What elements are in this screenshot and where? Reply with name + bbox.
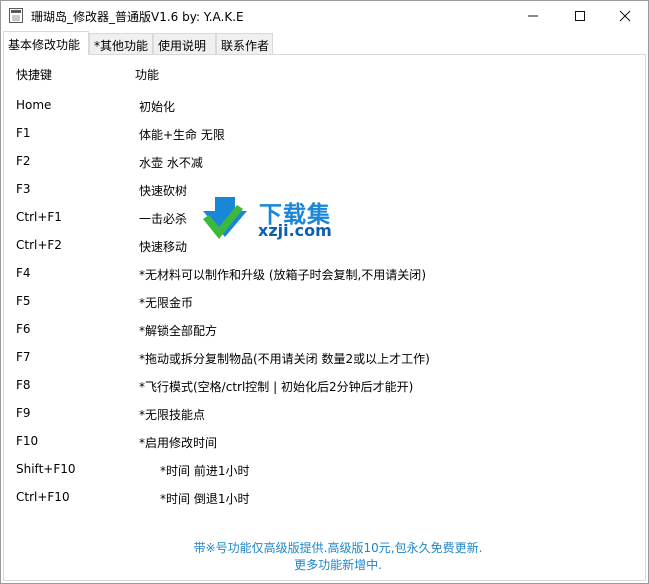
- watermark-logo: 下载集 xzji.com: [201, 195, 346, 241]
- table-row: F8 *飞行模式(空格/ctrl控制 | 初始化后2分钟后才能开): [4, 378, 644, 394]
- tab-content-panel: 快捷键 功能 Home 初始化 F1 体能+生命 无限 F2 水壶 水不减 F3…: [3, 55, 646, 581]
- maximize-button[interactable]: [557, 1, 603, 31]
- function-label: 一击必杀: [139, 212, 188, 226]
- function-label: *解锁全部配方: [139, 324, 218, 338]
- function-label: *拖动或拆分复制物品(不用请关闭 数量2或以上才工作): [139, 352, 430, 366]
- table-row: F7 *拖动或拆分复制物品(不用请关闭 数量2或以上才工作): [4, 350, 644, 366]
- function-label: *无限技能点: [139, 408, 206, 422]
- function-label: *时间 倒退1小时: [160, 492, 250, 506]
- tab-instructions[interactable]: 使用说明: [153, 33, 216, 54]
- hotkey-label: F2: [16, 154, 31, 168]
- maximize-icon: [575, 11, 585, 21]
- table-row: F1 体能+生命 无限: [4, 126, 644, 142]
- hotkey-label: F6: [16, 322, 31, 336]
- table-row: F10 *启用修改时间: [4, 434, 644, 450]
- function-label: 水壶 水不减: [139, 156, 203, 170]
- table-row: Home 初始化: [4, 98, 644, 114]
- table-row: F5 *无限金币: [4, 294, 644, 310]
- minimize-icon: [528, 15, 538, 17]
- table-row: F6 *解锁全部配方: [4, 322, 644, 338]
- hotkey-label: Ctrl+F10: [16, 490, 70, 504]
- footer-note-more: 更多功能新增中.: [294, 558, 382, 572]
- tab-basic-functions[interactable]: 基本修改功能: [3, 31, 89, 56]
- hotkey-label: F1: [16, 126, 31, 140]
- function-label: 快速砍树: [139, 184, 188, 198]
- function-label: *时间 前进1小时: [160, 464, 250, 478]
- hotkey-label: F4: [16, 266, 31, 280]
- header-hotkey: 快捷键: [16, 68, 53, 82]
- table-row: F9 *无限技能点: [4, 406, 644, 422]
- hotkey-label: F5: [16, 294, 31, 308]
- function-label: *启用修改时间: [139, 436, 218, 450]
- tab-bar: 基本修改功能 *其他功能 使用说明 联系作者: [3, 31, 646, 56]
- function-label: *无限金币: [139, 296, 194, 310]
- app-icon: [9, 8, 23, 23]
- table-row: Shift+F10 *时间 前进1小时: [4, 462, 644, 478]
- watermark-arrow-icon: [203, 197, 247, 239]
- hotkey-label: F10: [16, 434, 39, 448]
- hotkey-label: Ctrl+F2: [16, 238, 62, 252]
- hotkey-label: Shift+F10: [16, 462, 76, 476]
- main-window: 珊瑚岛_修改器_普通版V1.6 by: Y.A.K.E 基本修改功能 *其他功能…: [0, 0, 649, 584]
- header-function: 功能: [135, 68, 160, 82]
- table-row: F4 *无材料可以制作和升级 (放箱子时会复制,不用请关闭): [4, 266, 644, 282]
- function-label: 初始化: [139, 100, 176, 114]
- function-label: *无材料可以制作和升级 (放箱子时会复制,不用请关闭): [139, 268, 426, 282]
- hotkey-label: F7: [16, 350, 31, 364]
- function-label: *飞行模式(空格/ctrl控制 | 初始化后2分钟后才能开): [139, 380, 414, 394]
- tab-other-functions[interactable]: *其他功能: [89, 33, 153, 54]
- function-label: 快速移动: [139, 240, 188, 254]
- hotkey-label: F8: [16, 378, 31, 392]
- watermark-url: xzji.com: [258, 221, 332, 240]
- title-bar[interactable]: 珊瑚岛_修改器_普通版V1.6 by: Y.A.K.E: [1, 1, 648, 31]
- footer-note: 带※号功能仅高级版提供.高级版10元,包永久免费更新.: [193, 541, 483, 555]
- close-button[interactable]: [602, 1, 648, 31]
- table-row: F2 水壶 水不减: [4, 154, 644, 170]
- close-icon: [619, 10, 631, 22]
- tab-contact-author[interactable]: 联系作者: [216, 33, 273, 54]
- window-title: 珊瑚岛_修改器_普通版V1.6 by: Y.A.K.E: [31, 10, 244, 24]
- hotkey-label: F9: [16, 406, 31, 420]
- hotkey-label: Ctrl+F1: [16, 210, 62, 224]
- function-label: 体能+生命 无限: [139, 128, 225, 142]
- hotkey-label: Home: [16, 98, 52, 112]
- table-row: Ctrl+F10 *时间 倒退1小时: [4, 490, 644, 506]
- hotkey-label: F3: [16, 182, 31, 196]
- minimize-button[interactable]: [510, 1, 556, 31]
